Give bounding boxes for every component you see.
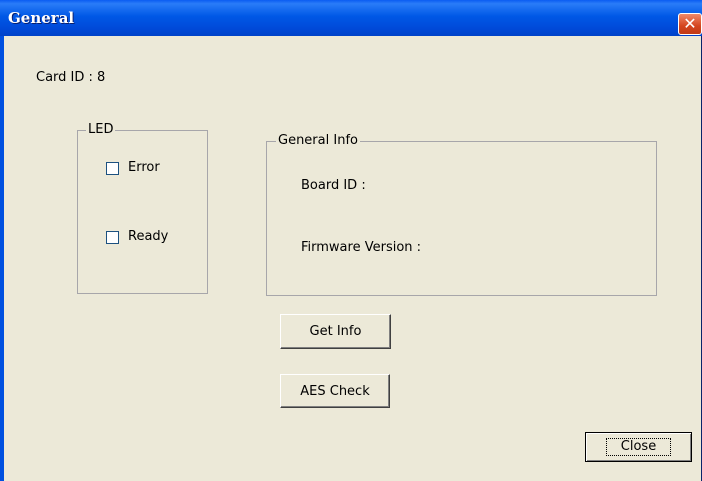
close-icon[interactable]: ✕ [678, 13, 702, 35]
general-info-groupbox: General Info [266, 133, 657, 296]
window-frame-left [0, 36, 4, 481]
ready-checkbox-label[interactable]: Ready [128, 229, 168, 244]
get-info-button[interactable]: Get Info [280, 314, 391, 349]
close-button-label: Close [605, 438, 672, 456]
close-button[interactable]: Close [585, 432, 692, 462]
error-checkbox-label[interactable]: Error [128, 160, 160, 175]
ready-checkbox[interactable] [106, 231, 119, 244]
led-groupbox: LED [77, 122, 208, 294]
card-id-label: Card ID : 8 [36, 70, 106, 85]
firmware-version-label: Firmware Version : [301, 240, 422, 255]
led-group-legend: LED [86, 122, 116, 137]
title-bar[interactable]: General ✕ [0, 0, 702, 36]
aes-check-button[interactable]: AES Check [280, 374, 390, 408]
dialog-window: General ✕ Card ID : 8 LED Error Ready Ge… [0, 0, 702, 481]
window-title: General [8, 9, 75, 27]
general-info-legend: General Info [276, 133, 360, 148]
error-checkbox[interactable] [106, 162, 119, 175]
board-id-label: Board ID : [301, 178, 366, 193]
